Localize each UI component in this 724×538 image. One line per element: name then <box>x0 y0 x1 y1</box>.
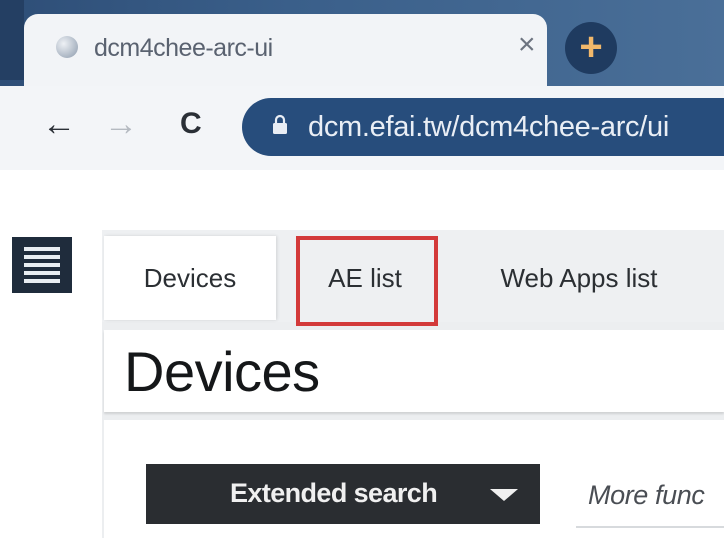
browser-frame-edge <box>0 0 24 80</box>
hamburger-menu-icon[interactable] <box>12 237 72 293</box>
highlight-box <box>296 236 438 326</box>
globe-icon <box>56 36 78 58</box>
forward-button[interactable]: → <box>104 104 138 144</box>
more-functions-link[interactable]: More func <box>588 480 705 511</box>
extended-search-label: Extended search <box>230 478 438 508</box>
caret-down-icon <box>490 489 518 501</box>
lock-icon <box>273 114 287 134</box>
tab-title: dcm4chee-arc-ui <box>94 34 273 62</box>
tab-devices[interactable]: Devices <box>104 236 276 320</box>
close-icon[interactable]: × <box>518 30 536 60</box>
url-text: dcm.efai.tw/dcm4chee-arc/ui <box>308 111 669 143</box>
reload-button[interactable]: C <box>180 104 202 144</box>
extended-search-button[interactable]: Extended search <box>146 464 540 524</box>
back-button[interactable]: ← <box>42 104 76 144</box>
page-title: Devices <box>124 340 320 403</box>
tab-web-apps-list[interactable]: Web Apps list <box>474 236 684 320</box>
divider <box>576 526 724 528</box>
new-tab-button[interactable]: + <box>565 22 617 74</box>
browser-tab[interactable]: dcm4chee-arc-ui × <box>24 14 547 86</box>
